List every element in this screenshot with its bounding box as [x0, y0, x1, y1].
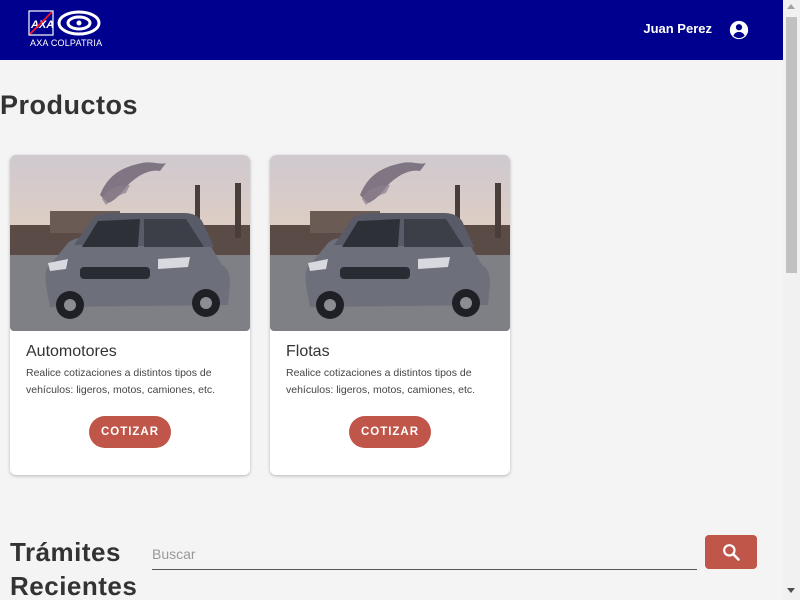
recent-procedures-title-line2: Recientes [10, 571, 138, 600]
scroll-up-arrow-icon[interactable] [787, 4, 795, 9]
card-description: Realice cotizaciones a distintos tipos d… [26, 367, 216, 396]
search-input[interactable] [152, 538, 697, 570]
cotizar-button[interactable]: COTIZAR [349, 416, 431, 448]
products-title: Productos [0, 90, 139, 120]
card-description: Realice cotizaciones a distintos tipos d… [286, 367, 476, 396]
search-icon [723, 544, 740, 561]
card-title: Automotores [26, 343, 117, 360]
brand-name: AXA COLPATRIA [30, 38, 103, 48]
cotizar-button[interactable]: COTIZAR [89, 416, 171, 448]
account-circle-icon[interactable] [728, 19, 750, 41]
product-card-flotas: Flotas Realice cotizaciones a distintos … [270, 155, 510, 475]
card-title: Flotas [286, 343, 330, 360]
car-photo [270, 155, 510, 331]
scroll-down-arrow-icon[interactable] [787, 588, 795, 593]
car-photo [10, 155, 250, 331]
user-name[interactable]: Juan Perez [643, 21, 712, 36]
search-button[interactable] [705, 535, 757, 569]
top-app-bar: AXA AXA COLPATRIA Juan Perez [0, 0, 783, 60]
scrollbar-thumb[interactable] [786, 17, 797, 273]
recent-procedures-title: Trámites Recientes [10, 535, 137, 600]
recent-procedures-title-line1: Trámites [10, 537, 121, 567]
product-card-automotores: Automotores Realice cotizaciones a disti… [10, 155, 250, 475]
